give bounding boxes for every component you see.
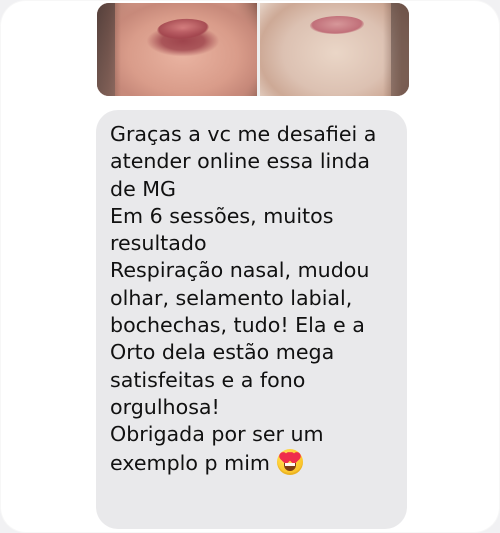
message-line: bochechas, tudo! Ela e a	[110, 313, 365, 338]
chat-panel: Graças a vc me desafiei a atender online…	[0, 0, 500, 533]
message-line-text: exemplo p mim	[110, 450, 270, 475]
before-after-photo[interactable]	[97, 3, 409, 96]
message-line: satisfeitas e a fono	[110, 367, 306, 392]
message-line: Respiração nasal, mudou	[110, 258, 370, 283]
hair-shadow-right	[391, 3, 409, 96]
message-line: orgulhosa!	[110, 394, 220, 419]
message-line: Graças a vc me desafiei a	[110, 122, 377, 146]
message-line: Em 6 sessões, muitos	[110, 203, 334, 228]
message-line-with-emoji: exemplo p mim	[110, 448, 393, 477]
smile-mouth-icon	[284, 462, 296, 471]
message-line: resultado	[110, 231, 207, 256]
message-line: olhar, selamento labial,	[110, 285, 353, 310]
hair-shadow-left	[97, 3, 115, 96]
screenshot-screen: Graças a vc me desafiei a atender online…	[0, 0, 500, 533]
message-line: Obrigada por ser um	[110, 422, 324, 447]
message-line: atender online essa linda	[110, 149, 371, 174]
message-line: de MG	[110, 176, 177, 201]
heart-eyes-emoji-icon	[277, 448, 303, 475]
message-line: Orto dela estão mega	[110, 340, 335, 365]
before-photo	[97, 3, 257, 96]
message-bubble[interactable]: Graças a vc me desafiei a atender online…	[96, 110, 407, 529]
after-photo	[260, 3, 409, 96]
